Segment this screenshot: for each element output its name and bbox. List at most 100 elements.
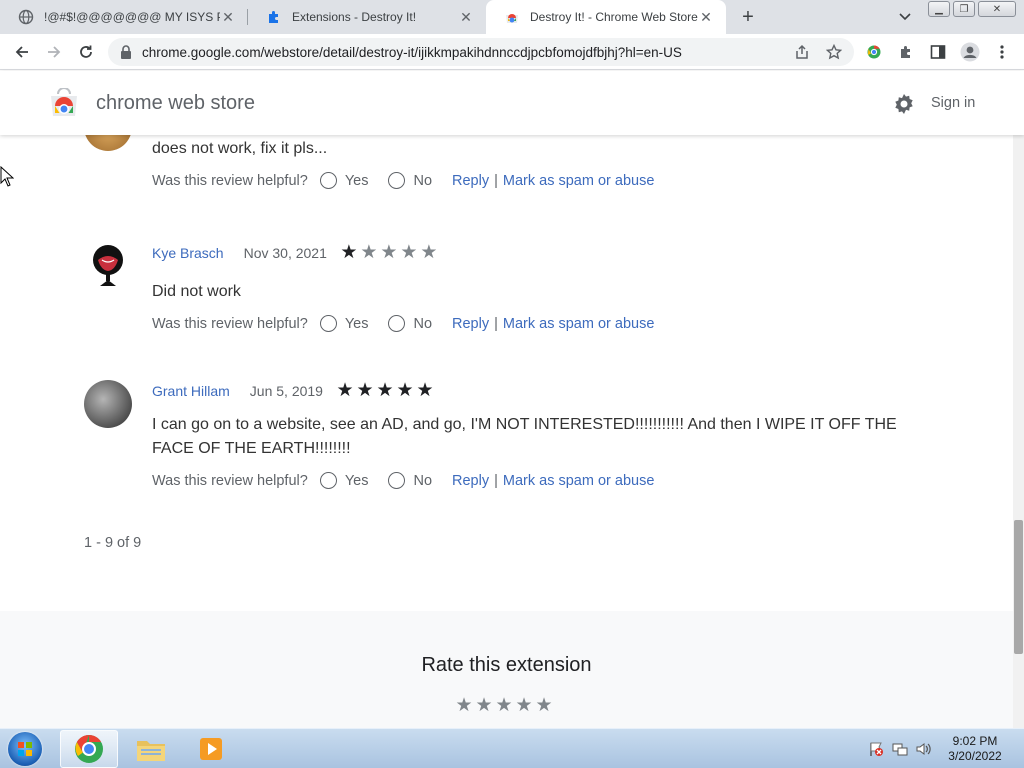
gear-icon[interactable]: [892, 92, 916, 116]
avatar: [84, 240, 132, 288]
star-icon: ★: [416, 380, 434, 401]
no-radio[interactable]: [388, 172, 406, 189]
side-panel-icon[interactable]: [928, 42, 948, 62]
separator: |: [494, 472, 498, 489]
puzzle-icon: [266, 9, 282, 25]
star-rating: ★ ★ ★ ★ ★: [335, 380, 435, 401]
back-arrow-icon[interactable]: [12, 42, 32, 62]
separator: |: [494, 315, 498, 332]
tab-isys[interactable]: !@#$!@@@@@@@ MY ISYS PF ✕: [0, 0, 248, 34]
reload-icon[interactable]: [76, 42, 96, 62]
bookmark-star-icon[interactable]: [824, 42, 844, 62]
yes-radio[interactable]: [319, 172, 337, 189]
volume-icon[interactable]: [915, 741, 931, 757]
avatar: [84, 380, 132, 428]
star-icon[interactable]: ★: [514, 696, 534, 715]
kebab-menu-icon[interactable]: [992, 42, 1012, 62]
minimize-button[interactable]: ▁: [928, 1, 950, 17]
share-icon[interactable]: [792, 42, 812, 62]
page-title: chrome web store: [96, 92, 255, 114]
puzzle-icon[interactable]: [896, 42, 916, 62]
taskbar-chrome[interactable]: [60, 730, 118, 768]
tab-title: Extensions - Destroy It!: [292, 10, 417, 24]
yes-label[interactable]: Yes: [345, 316, 369, 332]
forward-arrow-icon[interactable]: [44, 42, 64, 62]
star-icon: ★: [400, 242, 418, 263]
reviewer-name[interactable]: Kye Brasch: [152, 245, 224, 261]
reply-link[interactable]: Reply: [452, 473, 489, 489]
new-tab-button[interactable]: +: [736, 5, 760, 29]
tab-title: Destroy It! - Chrome Web Store: [530, 10, 698, 24]
star-rating: ★ ★ ★ ★ ★: [339, 242, 439, 263]
chrome-icon: [75, 735, 103, 763]
taskbar-file-explorer[interactable]: [122, 730, 180, 768]
no-radio[interactable]: [388, 472, 406, 489]
review-text: does not work, fix it pls...: [152, 140, 328, 157]
helpful-row: Was this review helpful? Yes No Reply | …: [152, 472, 654, 489]
no-label[interactable]: No: [413, 173, 432, 189]
no-label[interactable]: No: [413, 473, 432, 489]
chrome-web-store-logo[interactable]: [49, 87, 79, 118]
extension-icon[interactable]: [864, 42, 884, 62]
action-center-icon[interactable]: [868, 741, 884, 757]
profile-avatar-icon[interactable]: [960, 42, 980, 62]
reviewer-name[interactable]: Grant Hillam: [152, 383, 230, 399]
yes-label[interactable]: Yes: [345, 173, 369, 189]
sign-in-link[interactable]: Sign in: [931, 95, 975, 111]
close-icon[interactable]: ✕: [220, 9, 236, 25]
address-bar[interactable]: chrome.google.com/webstore/detail/destro…: [108, 38, 854, 66]
star-icon[interactable]: ★: [494, 696, 514, 715]
system-clock[interactable]: 9:02 PM 3/20/2022: [940, 734, 1010, 764]
star-icon: ★: [376, 380, 394, 401]
star-icon[interactable]: ★: [454, 696, 474, 715]
review-header: Grant Hillam Jun 5, 2019 ★ ★ ★ ★ ★: [152, 380, 435, 401]
tab-web-store[interactable]: Destroy It! - Chrome Web Store ✕: [486, 0, 726, 34]
lock-icon[interactable]: [120, 45, 132, 64]
yes-radio[interactable]: [319, 472, 337, 489]
rate-extension-section: Rate this extension ★ ★ ★ ★ ★: [0, 611, 1013, 728]
report-spam-link[interactable]: Mark as spam or abuse: [503, 473, 655, 489]
review-header: Kye Brasch Nov 30, 2021 ★ ★ ★ ★ ★: [152, 242, 439, 263]
tab-title: !@#$!@@@@@@@ MY ISYS PF: [44, 10, 220, 24]
star-icon: ★: [360, 242, 378, 263]
review-date: Jun 5, 2019: [249, 383, 323, 399]
report-spam-link[interactable]: Mark as spam or abuse: [503, 316, 655, 332]
browser-toolbar: chrome.google.com/webstore/detail/destro…: [0, 34, 1024, 70]
network-icon[interactable]: [892, 741, 908, 757]
pagination-count: 1 - 9 of 9: [84, 535, 142, 551]
windows-start-button[interactable]: [8, 732, 42, 766]
maximize-button[interactable]: ❐: [953, 1, 975, 17]
scrollbar-thumb[interactable]: [1014, 520, 1023, 654]
chrome-web-store-icon: [504, 9, 520, 25]
tab-extensions[interactable]: Extensions - Destroy It! ✕: [248, 0, 486, 34]
url-text: chrome.google.com/webstore/detail/destro…: [142, 45, 682, 60]
yes-label[interactable]: Yes: [345, 473, 369, 489]
review-date: Nov 30, 2021: [243, 245, 327, 261]
close-icon[interactable]: ✕: [698, 9, 714, 25]
star-icon: ★: [336, 380, 354, 401]
folder-icon: [137, 741, 165, 761]
clock-time: 9:02 PM: [952, 734, 998, 748]
windows-taskbar: 9:02 PM 3/20/2022: [0, 728, 1024, 768]
tab-strip: !@#$!@@@@@@@ MY ISYS PF ✕ Extensions - D…: [0, 0, 1024, 34]
close-window-button[interactable]: ✕: [978, 1, 1016, 17]
no-radio[interactable]: [388, 315, 406, 332]
taskbar-media-player[interactable]: [182, 730, 240, 768]
globe-icon: [18, 9, 34, 25]
review-text: I can go on to a website, see an AD, and…: [152, 416, 897, 457]
star-icon[interactable]: ★: [534, 696, 554, 715]
star-icon[interactable]: ★: [474, 696, 494, 715]
chevron-down-icon[interactable]: [896, 8, 914, 26]
helpful-row: Was this review helpful? Yes No Reply | …: [152, 315, 654, 332]
yes-radio[interactable]: [319, 315, 337, 332]
report-spam-link[interactable]: Mark as spam or abuse: [503, 173, 655, 189]
close-icon[interactable]: ✕: [458, 9, 474, 25]
rate-title: Rate this extension: [421, 654, 592, 676]
reply-link[interactable]: Reply: [452, 316, 489, 332]
page-scrollbar[interactable]: [1013, 135, 1024, 728]
rate-star-input[interactable]: ★ ★ ★ ★ ★: [454, 696, 554, 715]
mouse-cursor-icon: [0, 166, 14, 187]
no-label[interactable]: No: [413, 316, 432, 332]
reviews-panel: does not work, fix it pls... Was this re…: [0, 135, 1013, 728]
reply-link[interactable]: Reply: [452, 173, 489, 189]
